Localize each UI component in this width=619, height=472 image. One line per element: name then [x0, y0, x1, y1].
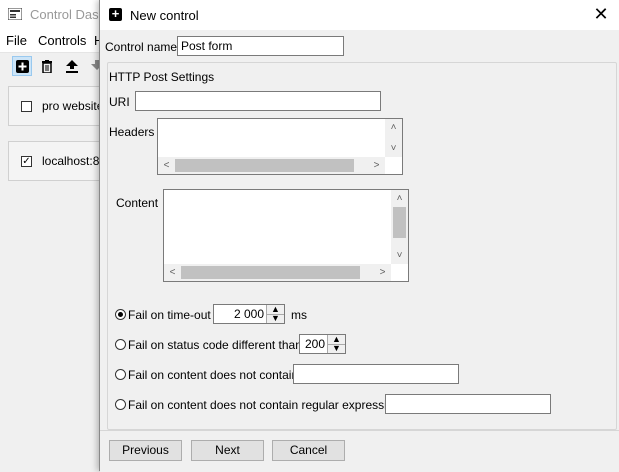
- uri-input[interactable]: [135, 91, 381, 111]
- menu-controls[interactable]: Controls: [38, 33, 86, 48]
- timeout-unit: ms: [291, 308, 307, 322]
- status-code-stepper[interactable]: 200 ▲ ▼: [299, 334, 346, 354]
- headers-horizontal-scrollbar[interactable]: < >: [158, 157, 385, 174]
- content-label: Content: [116, 196, 159, 210]
- scroll-right-icon[interactable]: >: [374, 264, 391, 281]
- plus-icon: [15, 59, 29, 73]
- scroll-left-icon[interactable]: <: [164, 264, 181, 281]
- fail-on-regex-radio[interactable]: [115, 399, 126, 410]
- next-button[interactable]: Next: [191, 440, 264, 461]
- control-card-localhost[interactable]: ✓ localhost:80: [8, 141, 108, 181]
- fail-on-regex-label: Fail on content does not contain regular…: [128, 398, 401, 412]
- fail-on-timeout-label: Fail on time-out: [128, 308, 211, 322]
- control-card-label: localhost:80: [42, 154, 107, 168]
- upload-icon: [66, 59, 78, 73]
- scroll-down-icon[interactable]: ˅: [385, 140, 402, 157]
- control-card-pro-website[interactable]: pro website: [8, 86, 108, 126]
- scroll-left-icon[interactable]: <: [158, 157, 175, 174]
- fail-on-content-label: Fail on content does not contain: [128, 368, 299, 382]
- plus-icon: +: [109, 7, 122, 21]
- control-checkbox[interactable]: [21, 101, 32, 112]
- timeout-stepper[interactable]: 2 000 ▲ ▼: [213, 304, 285, 324]
- status-code-stepper-buttons[interactable]: ▲ ▼: [327, 335, 345, 353]
- dialog-titlebar: + New control ✕: [100, 0, 619, 30]
- fail-on-content-radio[interactable]: [115, 369, 126, 380]
- content-horizontal-scrollbar[interactable]: < >: [164, 264, 391, 281]
- previous-button[interactable]: Previous: [109, 440, 182, 461]
- regex-input[interactable]: [385, 394, 551, 414]
- scroll-thumb[interactable]: [393, 207, 406, 238]
- headers-vertical-scrollbar[interactable]: ˄ ˅: [385, 119, 402, 157]
- trash-icon: [42, 59, 52, 73]
- control-card-label: pro website: [42, 99, 104, 113]
- decrement-icon[interactable]: ▼: [267, 314, 284, 323]
- control-name-label: Control name:: [105, 40, 181, 54]
- decrement-icon[interactable]: ▼: [328, 344, 345, 353]
- scroll-thumb[interactable]: [175, 159, 354, 172]
- scroll-thumb[interactable]: [181, 266, 360, 279]
- fail-on-status-code-label: Fail on status code different than: [128, 338, 302, 352]
- fail-on-timeout-radio[interactable]: [115, 309, 126, 320]
- timeout-stepper-buttons[interactable]: ▲ ▼: [266, 305, 284, 323]
- delete-control-button[interactable]: [37, 56, 57, 76]
- app-icon: [8, 8, 22, 20]
- content-vertical-scrollbar[interactable]: ˄ ˅: [391, 190, 408, 264]
- scroll-up-icon[interactable]: ˄: [391, 190, 408, 207]
- add-control-button[interactable]: [12, 56, 32, 76]
- headers-label: Headers: [109, 125, 155, 139]
- scroll-right-icon[interactable]: >: [368, 157, 385, 174]
- new-control-dialog: + New control ✕ Control name: Post form …: [99, 0, 619, 472]
- upload-button[interactable]: [62, 56, 82, 76]
- menu-file[interactable]: File: [6, 33, 27, 48]
- dialog-title: New control: [130, 8, 199, 23]
- close-icon[interactable]: ✕: [591, 5, 611, 25]
- scroll-down-icon[interactable]: ˅: [391, 247, 408, 264]
- timeout-value: 2 000: [233, 307, 264, 321]
- control-name-input[interactable]: Post form: [177, 36, 344, 56]
- headers-textarea[interactable]: ˄ ˅ < >: [157, 118, 403, 175]
- status-code-value: 200: [304, 337, 325, 351]
- uri-label: URI: [109, 95, 130, 109]
- control-checkbox[interactable]: ✓: [21, 156, 32, 167]
- content-not-contain-input[interactable]: [293, 364, 459, 384]
- fail-on-status-code-radio[interactable]: [115, 339, 126, 350]
- cancel-button[interactable]: Cancel: [272, 440, 345, 461]
- section-title: HTTP Post Settings: [109, 70, 215, 84]
- scroll-up-icon[interactable]: ˄: [385, 119, 402, 136]
- content-textarea[interactable]: ˄ ˅ < >: [163, 189, 409, 282]
